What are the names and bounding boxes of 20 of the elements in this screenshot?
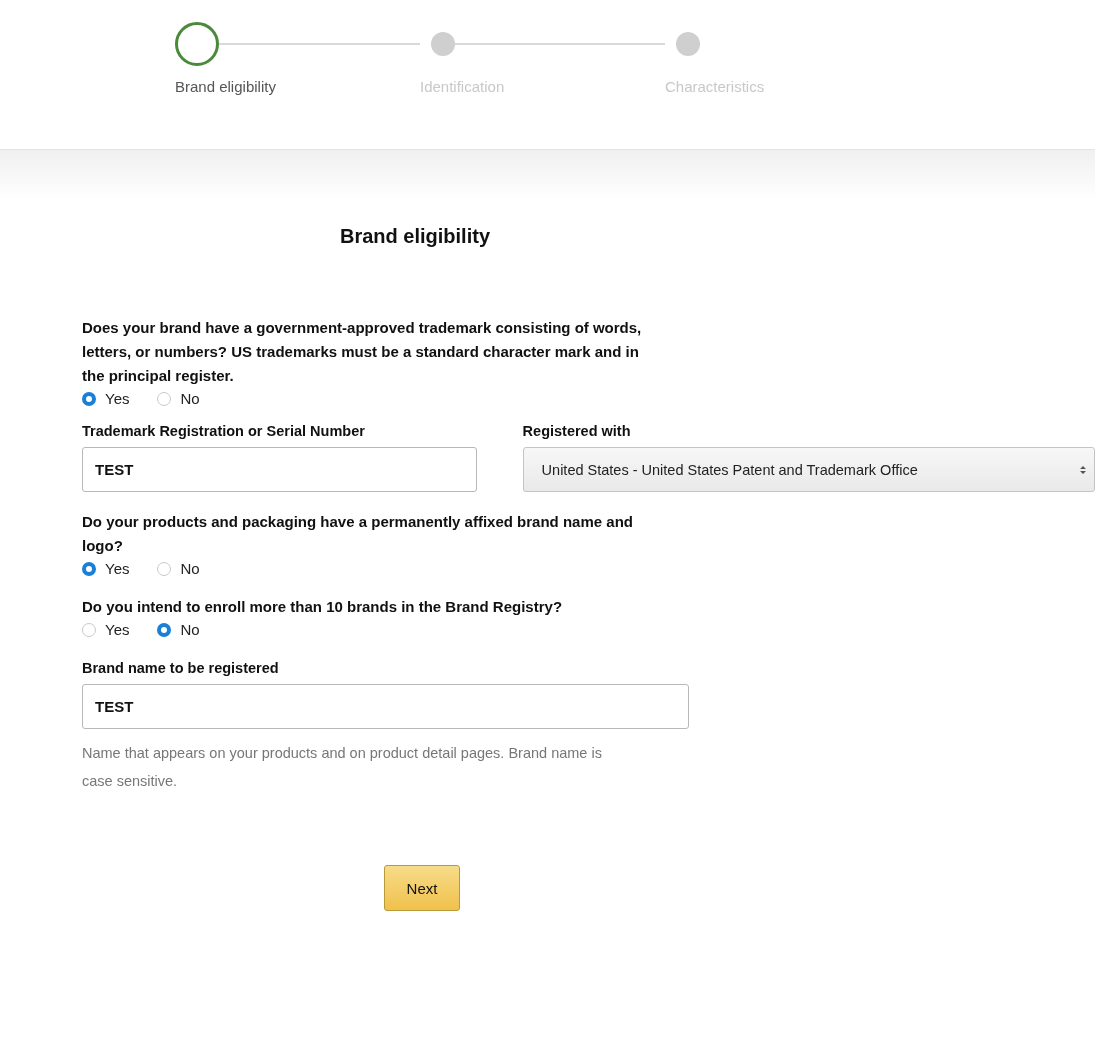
- radio-option[interactable]: Yes: [82, 390, 130, 407]
- next-button[interactable]: Next: [384, 865, 460, 911]
- field-label: Registered with: [522, 423, 632, 439]
- radio-option[interactable]: No: [157, 390, 200, 407]
- field-label: Brand name to be registered: [82, 660, 280, 676]
- up-down-arrows-icon: [1080, 464, 1086, 475]
- hint-text: Name that appears on your products and on product detail pages. Brand name is case sensitive.: [82, 744, 603, 791]
- radio-option[interactable]: No: [157, 560, 200, 577]
- question-text: Do your products and packaging have a permanently affixed brand name and logo?: [82, 512, 634, 556]
- radio-option[interactable]: No: [157, 621, 200, 638]
- text-field[interactable]: TEST: [82, 684, 689, 729]
- text-field[interactable]: TEST: [82, 447, 477, 492]
- field-label: Trademark Registration or Serial Number: [82, 423, 366, 439]
- question-text: Do you intend to enroll more than 10 brands in the Brand Registry?: [82, 597, 564, 617]
- section-title: Brand eligibility: [340, 225, 492, 248]
- radio-option[interactable]: Yes: [82, 560, 130, 577]
- step-label: Brand eligibility: [175, 78, 277, 95]
- question-text: Does your brand have a government-approved trademark consisting of words, letters, or numbers? US trademarks must be a standard character mark and in the principal register.: [82, 318, 643, 386]
- dropdown[interactable]: United States - United States Patent and Trademark Office: [522, 447, 1095, 492]
- radio-option[interactable]: Yes: [82, 621, 130, 638]
